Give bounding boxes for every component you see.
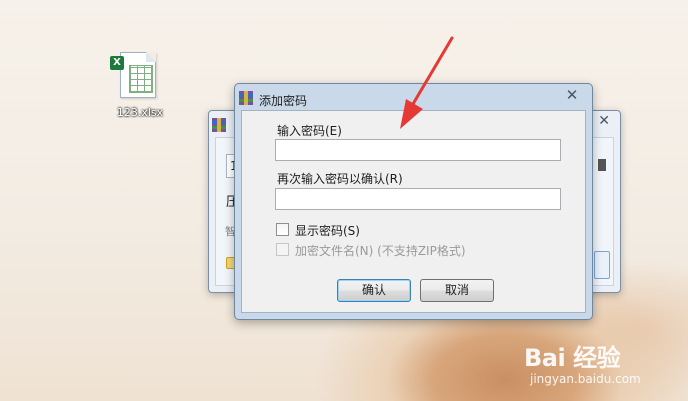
arrow-head	[400, 99, 423, 129]
watermark-brand: Bai 经验	[524, 344, 621, 372]
arrow-shaft	[411, 36, 454, 106]
baidu-jingyan-watermark: Bai 经验 jingyan.baidu.com	[524, 338, 684, 398]
watermark-url: jingyan.baidu.com	[530, 372, 641, 386]
